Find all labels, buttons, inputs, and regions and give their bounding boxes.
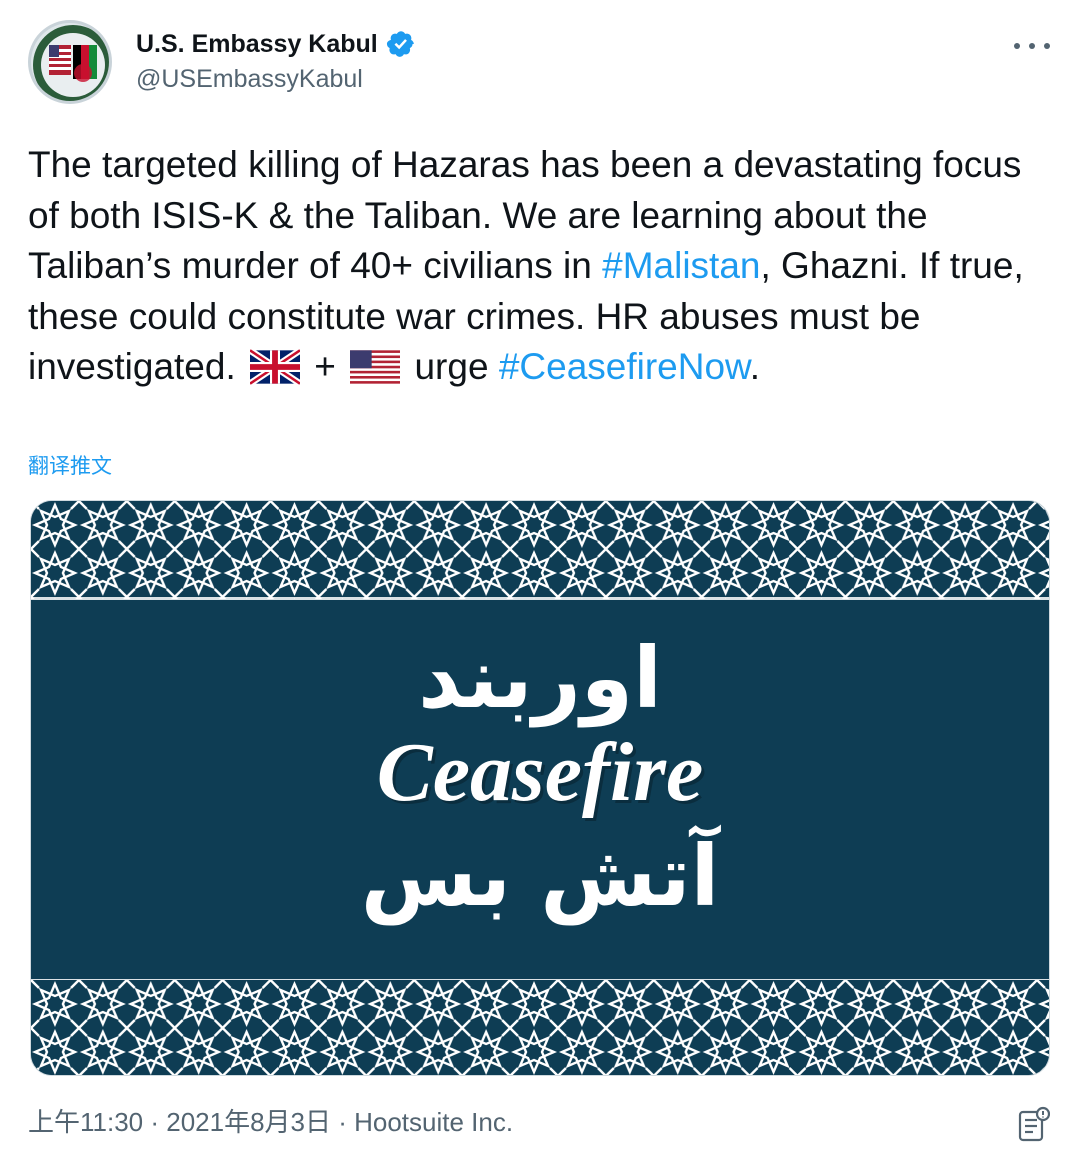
account-name-block[interactable]: U.S. Embassy Kabul @USEmbassyKabul bbox=[136, 28, 416, 96]
tweet-text-part4: . bbox=[749, 346, 761, 387]
more-options-icon[interactable] bbox=[1014, 36, 1050, 56]
ceasefire-english-text: Ceasefire bbox=[376, 726, 704, 819]
embassy-seal-icon bbox=[33, 25, 109, 101]
display-name[interactable]: U.S. Embassy Kabul bbox=[136, 28, 378, 60]
tweet-header: U.S. Embassy Kabul @USEmbassyKabul bbox=[28, 18, 1052, 118]
translate-tweet-link[interactable]: 翻译推文 bbox=[28, 450, 112, 480]
verified-badge-icon bbox=[386, 31, 414, 57]
tweet-image[interactable]: اوربند Ceasefire آتش بس bbox=[30, 500, 1050, 1076]
hashtag-malistan[interactable]: #Malistan bbox=[602, 245, 760, 286]
pattern-border-top bbox=[31, 597, 1049, 600]
tweet-analytics-note-icon[interactable] bbox=[1018, 1106, 1050, 1142]
plus-sign: + bbox=[304, 346, 347, 387]
handle[interactable]: @USEmbassyKabul bbox=[136, 62, 416, 96]
tweet-text-part3: urge bbox=[404, 346, 499, 387]
tweet-metadata[interactable]: 上午11:30 · 2021年8月3日 · Hootsuite Inc. bbox=[28, 1104, 513, 1140]
tweet-text: The targeted killing of Hazaras has been… bbox=[28, 140, 1058, 393]
avatar[interactable] bbox=[28, 20, 112, 104]
geometric-pattern-bottom bbox=[31, 980, 1049, 1075]
ceasefire-persian-text: اوربند bbox=[418, 629, 662, 727]
ceasefire-pashto-text: آتش بس bbox=[360, 827, 720, 925]
uk-flag-icon bbox=[250, 349, 301, 385]
hashtag-ceasefirenow[interactable]: #CeasefireNow bbox=[499, 346, 750, 387]
us-flag-icon bbox=[350, 350, 401, 384]
geometric-pattern-top bbox=[31, 501, 1049, 599]
